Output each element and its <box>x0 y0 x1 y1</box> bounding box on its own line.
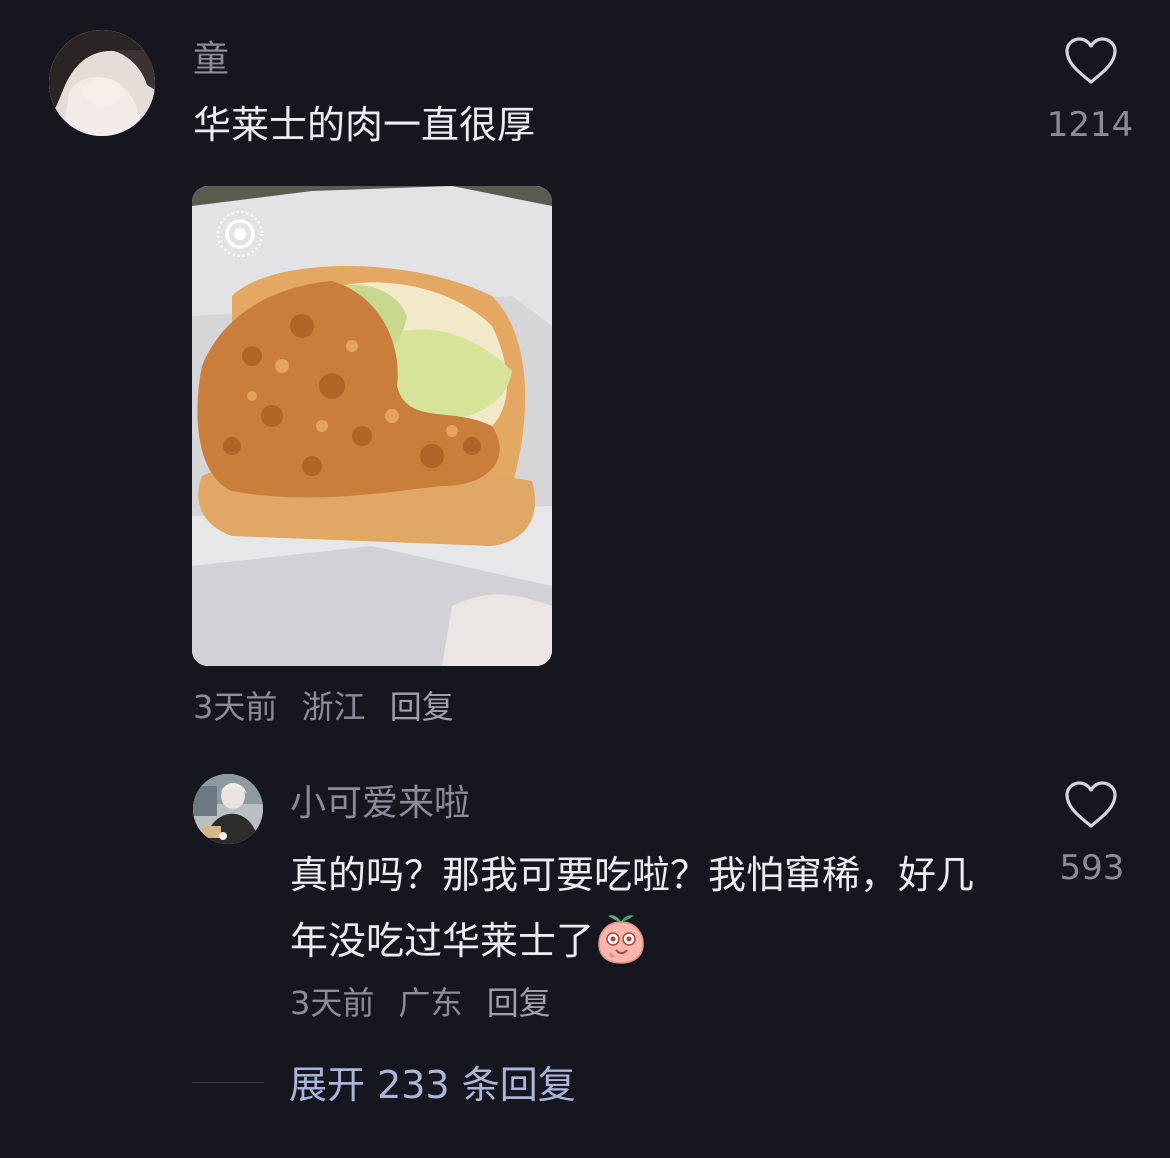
reply-text: 真的吗？那我可要吃啦？我怕窜稀，好几年没吃过华莱士了 <box>290 842 1010 974</box>
expand-replies-button[interactable]: 展开 233 条回复 <box>289 1060 576 1110</box>
heart-icon[interactable] <box>1064 780 1118 830</box>
reply-button[interactable]: 回复 <box>390 688 454 726</box>
comment-text: 华莱士的肉一直很厚 <box>193 103 536 147</box>
reply-location: 广东 <box>398 984 463 1022</box>
reply-time: 3天前 <box>290 984 375 1022</box>
reply-avatar[interactable] <box>193 774 263 844</box>
comment-username[interactable]: 童 <box>193 36 229 84</box>
comment-location: 浙江 <box>301 688 366 726</box>
like-count: 1214 <box>1046 105 1134 145</box>
user-avatar-image <box>193 774 263 844</box>
reply-username[interactable]: 小可爱来啦 <box>290 780 470 828</box>
live-photo-icon <box>214 208 266 260</box>
reply-button[interactable]: 回复 <box>487 984 551 1022</box>
heart-icon[interactable] <box>1064 36 1118 86</box>
comment-meta: 3天前 浙江 回复 <box>193 685 468 729</box>
user-avatar-image <box>49 30 155 136</box>
comment-time: 3天前 <box>193 688 278 726</box>
peach-emoji-icon <box>596 912 646 964</box>
comment-avatar[interactable] <box>49 30 155 136</box>
reply-like-count: 593 <box>1059 848 1125 888</box>
expand-divider <box>192 1082 264 1083</box>
reply-meta: 3天前 广东 回复 <box>290 981 565 1025</box>
